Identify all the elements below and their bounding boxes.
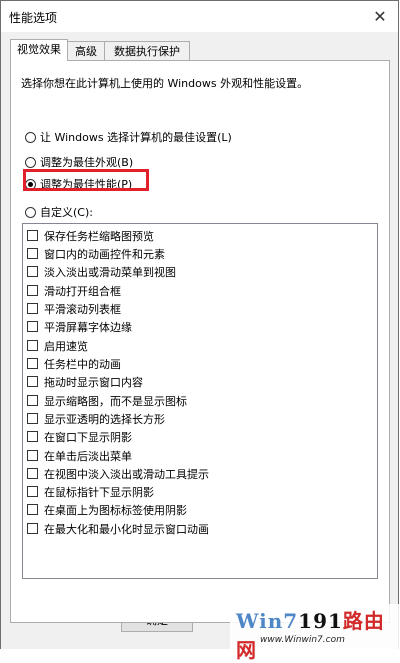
effect-item[interactable]: 平滑屏幕字体边缘 [27, 318, 132, 335]
description-text: 选择你想在此计算机上使用的 Windows 外观和性能设置。 [21, 77, 309, 90]
radio-let-windows-choose[interactable]: 让 Windows 选择计算机的最佳设置(L) [25, 129, 232, 145]
checkbox-icon[interactable] [27, 413, 38, 424]
checkbox-icon[interactable] [27, 340, 38, 351]
effect-item[interactable]: 在单击后淡出菜单 [27, 447, 132, 464]
effect-item[interactable]: 保存任务栏缩略图预览 [27, 227, 154, 244]
effect-item[interactable]: 平滑滚动列表框 [27, 300, 121, 317]
effect-item[interactable]: 在窗口下显示阴影 [27, 428, 132, 445]
effects-list[interactable]: 保存任务栏缩略图预览 窗口内的动画控件和元素 淡入淡出或滑动菜单到视图 滑动打开… [22, 223, 378, 579]
effect-item[interactable]: 在最大化和最小化时显示窗口动画 [27, 520, 209, 537]
radio-button-icon[interactable] [25, 131, 36, 143]
effect-item[interactable]: 任务栏中的动画 [27, 355, 121, 372]
radio-best-appearance[interactable]: 调整为最佳外观(B) [25, 154, 133, 170]
watermark-text: Win7191路由网 [236, 609, 385, 662]
radio-custom[interactable]: 自定义(C): [25, 204, 93, 220]
checkbox-icon[interactable] [27, 395, 38, 406]
window-title: 性能选项 [9, 11, 58, 25]
watermark-logo: Win7191路由网 www.Winwin7.com [230, 604, 400, 662]
title-bar: 性能选项 ✕ [1, 1, 398, 32]
effect-item[interactable]: 拖动时显示窗口内容 [27, 373, 143, 390]
performance-options-window: 性能选项 ✕ 视觉效果 高级 数据执行保护 选择你想在此计算机上使用的 Wind… [0, 0, 399, 649]
radio-button-icon[interactable] [25, 206, 36, 218]
close-icon[interactable]: ✕ [366, 3, 394, 29]
checkbox-icon[interactable] [27, 486, 38, 497]
effect-item[interactable]: 在视图中淡入淡出或滑动工具提示 [27, 465, 209, 482]
checkbox-icon[interactable] [27, 450, 38, 461]
tab-advanced[interactable]: 高级 [67, 41, 105, 61]
checkbox-icon[interactable] [27, 303, 38, 314]
checkbox-icon[interactable] [27, 468, 38, 479]
effect-item[interactable]: 窗口内的动画控件和元素 [27, 245, 165, 262]
radio-label: 自定义(C): [40, 206, 93, 219]
checkbox-icon[interactable] [27, 230, 38, 241]
checkbox-icon[interactable] [27, 523, 38, 534]
radio-label: 调整为最佳外观(B) [40, 156, 134, 169]
watermark-url: www.Winwin7.com [260, 635, 345, 645]
checkbox-icon[interactable] [27, 431, 38, 442]
effect-item[interactable]: 显示缩略图，而不是显示图标 [27, 392, 187, 409]
radio-label: 让 Windows 选择计算机的最佳设置(L) [40, 131, 232, 144]
visual-effects-panel: 选择你想在此计算机上使用的 Windows 外观和性能设置。 让 Windows… [10, 60, 390, 623]
checkbox-icon[interactable] [27, 321, 38, 332]
effect-item[interactable]: 滑动打开组合框 [27, 282, 121, 299]
effect-item[interactable]: 启用速览 [27, 337, 88, 354]
effect-item[interactable]: 显示亚透明的选择长方形 [27, 410, 165, 427]
effect-item[interactable]: 在桌面上为图标标签使用阴影 [27, 501, 187, 518]
checkbox-icon[interactable] [27, 358, 38, 369]
tab-visual-effects[interactable]: 视觉效果 [10, 39, 68, 61]
effect-item[interactable]: 在鼠标指针下显示阴影 [27, 483, 154, 500]
checkbox-icon[interactable] [27, 504, 38, 515]
radio-button-icon[interactable] [25, 156, 36, 168]
checkbox-icon[interactable] [27, 376, 38, 387]
radio-best-performance[interactable]: 调整为最佳性能(P) [25, 176, 132, 192]
checkbox-icon[interactable] [27, 266, 38, 277]
radio-button-icon[interactable] [25, 178, 36, 190]
tab-data-execution-prevention[interactable]: 数据执行保护 [104, 41, 190, 61]
dialog-content: 视觉效果 高级 数据执行保护 选择你想在此计算机上使用的 Windows 外观和… [1, 32, 398, 649]
effect-item[interactable]: 淡入淡出或滑动菜单到视图 [27, 263, 176, 280]
radio-label: 调整为最佳性能(P) [40, 178, 133, 191]
checkbox-icon[interactable] [27, 248, 38, 259]
checkbox-icon[interactable] [27, 285, 38, 296]
